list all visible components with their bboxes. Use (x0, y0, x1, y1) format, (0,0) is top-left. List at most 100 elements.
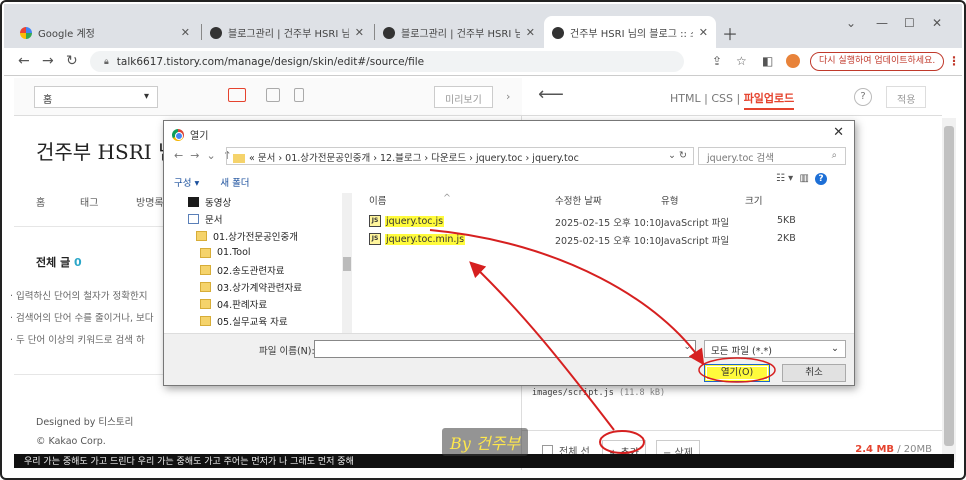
preview-pane-icon[interactable]: ▥ (800, 173, 809, 184)
back-arrow-icon[interactable]: ⟵ (538, 84, 564, 105)
tab-blog-manage-2[interactable]: 블로그관리 | 건주부 HSRI 님의 : ✕ (375, 16, 543, 49)
chevron-down-icon: ⌄ (831, 343, 839, 354)
tree-scrollbar[interactable] (342, 193, 352, 333)
sort-arrow-icon: ^ (443, 193, 451, 204)
sidepanel-icon[interactable]: ◧ (762, 54, 773, 68)
close-window-button[interactable]: ✕ (932, 16, 942, 30)
preview-button[interactable]: 미리보기 (434, 86, 493, 108)
cancel-button[interactable]: 취소 (782, 364, 846, 382)
help-icon[interactable]: ? (814, 173, 827, 185)
recent-icon[interactable]: ⌄ (206, 149, 215, 162)
column-header-date[interactable]: 수정한 날짜 (555, 193, 602, 207)
post-count: 0 (74, 256, 82, 269)
file-type-select[interactable]: 모든 파일 (*.*) ⌄ (704, 340, 846, 358)
tistory-icon (383, 26, 395, 39)
bottom-strip: 우리 가는 중해도 가고 드린다 우리 가는 중해도 가고 주어는 먼저가 나 … (14, 454, 954, 468)
tab-html[interactable]: HTML (670, 92, 701, 105)
tree-item-videos[interactable]: 동영상 (174, 193, 354, 210)
back-icon[interactable]: ← (174, 149, 183, 162)
chevron-down-icon[interactable]: ⌄ (683, 342, 691, 352)
column-header-type[interactable]: 유형 (661, 193, 678, 207)
page-scrollbar[interactable] (942, 118, 956, 462)
path-dropdown-refresh-icon[interactable]: ⌄ ↻ (668, 150, 687, 162)
bookmark-star-icon[interactable]: ☆ (736, 54, 747, 68)
tree-item-folder[interactable]: 05.실무교육 자료 (174, 312, 354, 329)
dialog-title: 열기 (190, 131, 209, 142)
collapse-icon[interactable]: › (506, 90, 510, 103)
desktop-view-icon[interactable] (228, 88, 246, 102)
video-folder-icon (188, 196, 199, 207)
search-icon: ⌕ (831, 150, 837, 161)
update-button[interactable]: 다시 실행하여 업데이트하세요. (810, 52, 945, 71)
tree-item-folder[interactable]: 04.판례자료 (174, 295, 354, 312)
tree-item-documents[interactable]: 문서 (174, 210, 354, 227)
close-tab-icon[interactable]: ✕ (699, 26, 708, 39)
nav-guestbook[interactable]: 방명록 (136, 194, 164, 209)
dialog-title-bar: 열기 (172, 127, 208, 142)
tree-item-folder[interactable]: 02.송도관련자료 (174, 261, 354, 278)
filename-input[interactable]: ⌄ (314, 340, 696, 358)
tree-item-folder[interactable]: 03.상가계약관련자료 (174, 278, 354, 295)
column-header-size[interactable]: 크기 (745, 193, 762, 207)
document-folder-icon (188, 213, 199, 224)
chrome-icon (172, 128, 184, 141)
tab-title: 블로그관리 | 건주부 HSRI 님의 : (228, 29, 349, 40)
all-posts-heading: 전체 글 0 (36, 256, 82, 269)
dropdown-arrow-icon: ▾ (143, 91, 149, 102)
dialog-close-icon[interactable]: ✕ (833, 125, 844, 140)
file-list: 이름 ^ 수정한 날짜 유형 크기 JS jquery.toc.js 2025-0… (369, 193, 845, 333)
tab-css[interactable]: CSS (711, 92, 733, 105)
forward-icon[interactable]: → (42, 53, 54, 69)
file-row[interactable]: JS jquery.toc.js 2025-02-15 오후 10:10 Java… (369, 215, 845, 229)
tab-title: Google 계정 (38, 29, 95, 40)
path-breadcrumb[interactable]: « 문서 › 01.상가전문공인중개 › 12.블로그 › 다운로드 › jqu… (226, 147, 694, 165)
uploaded-file-item[interactable]: images/script.js (11.8 kB) (532, 388, 665, 398)
apply-button[interactable]: 적용 (886, 86, 927, 108)
file-size: 5KB (777, 215, 796, 226)
page-select-value: 홈 (43, 95, 53, 106)
profile-avatar[interactable] (786, 54, 800, 68)
copyright: © Kakao Corp. (36, 436, 106, 447)
search-tip: · 검색어의 단어 수를 줄이거나, 보다 (10, 313, 154, 324)
tree-label: 01.상가전문공인중개 (213, 231, 299, 243)
file-type: JavaScript 파일 (661, 218, 730, 229)
view-mode-icon[interactable]: ☷ ▾ (776, 173, 793, 184)
maximize-button[interactable]: ☐ (904, 16, 915, 30)
tab-file-upload[interactable]: 파일업로드 (743, 92, 795, 110)
file-row[interactable]: JS jquery.toc.min.js 2025-02-15 오후 10:10 … (369, 233, 845, 247)
address-bar[interactable]: 🔒︎ talk6617.tistory.com/manage/design/sk… (90, 51, 684, 72)
new-tab-button[interactable]: ＋ (722, 21, 738, 45)
page-select[interactable]: 홈 ▾ (34, 86, 158, 108)
menu-icon[interactable]: ⋮ (948, 54, 960, 68)
folder-icon (200, 264, 211, 275)
back-icon[interactable]: ← (18, 53, 30, 69)
close-tab-icon[interactable]: ✕ (526, 26, 535, 39)
forward-icon[interactable]: → (190, 149, 199, 162)
search-tip: · 두 단어 이상의 키워드로 검색 하 (10, 335, 145, 346)
close-tab-icon[interactable]: ✕ (181, 26, 190, 39)
help-icon[interactable]: ? (854, 88, 872, 106)
close-tab-icon[interactable]: ✕ (355, 26, 364, 39)
organize-menu[interactable]: 구성 ▾ (174, 178, 199, 189)
tab-search-icon[interactable]: ⌄ (846, 16, 856, 30)
tistory-icon (552, 26, 564, 39)
file-type: JavaScript 파일 (661, 236, 730, 247)
folder-search-input[interactable]: jquery.toc 검색 ⌕ (698, 147, 846, 165)
share-icon[interactable]: ⇪ (712, 54, 722, 68)
tab-blog-skin[interactable]: 건주부 HSRI 님의 블로그 :: 스킨 ✕ (544, 16, 716, 49)
tab-google-account[interactable]: Google 계정 ✕ (12, 16, 198, 49)
minimize-button[interactable]: — (876, 16, 888, 30)
tablet-view-icon[interactable] (266, 88, 280, 102)
tree-item-folder[interactable]: 01.상가전문공인중개 (174, 227, 354, 244)
new-folder-button[interactable]: 새 폴더 (220, 178, 249, 189)
reload-icon[interactable]: ↻ (66, 53, 78, 69)
folder-icon (200, 247, 211, 258)
mobile-view-icon[interactable] (294, 88, 304, 102)
open-button[interactable]: 열기(O) (704, 364, 770, 382)
column-header-name[interactable]: 이름 (369, 193, 386, 207)
js-file-icon: JS (369, 233, 381, 245)
nav-home[interactable]: 홈 (36, 194, 45, 209)
nav-tag[interactable]: 태그 (80, 194, 98, 209)
tab-blog-manage-1[interactable]: 블로그관리 | 건주부 HSRI 님의 : ✕ (202, 16, 372, 49)
tree-item-folder[interactable]: 01.Tool (174, 244, 354, 261)
